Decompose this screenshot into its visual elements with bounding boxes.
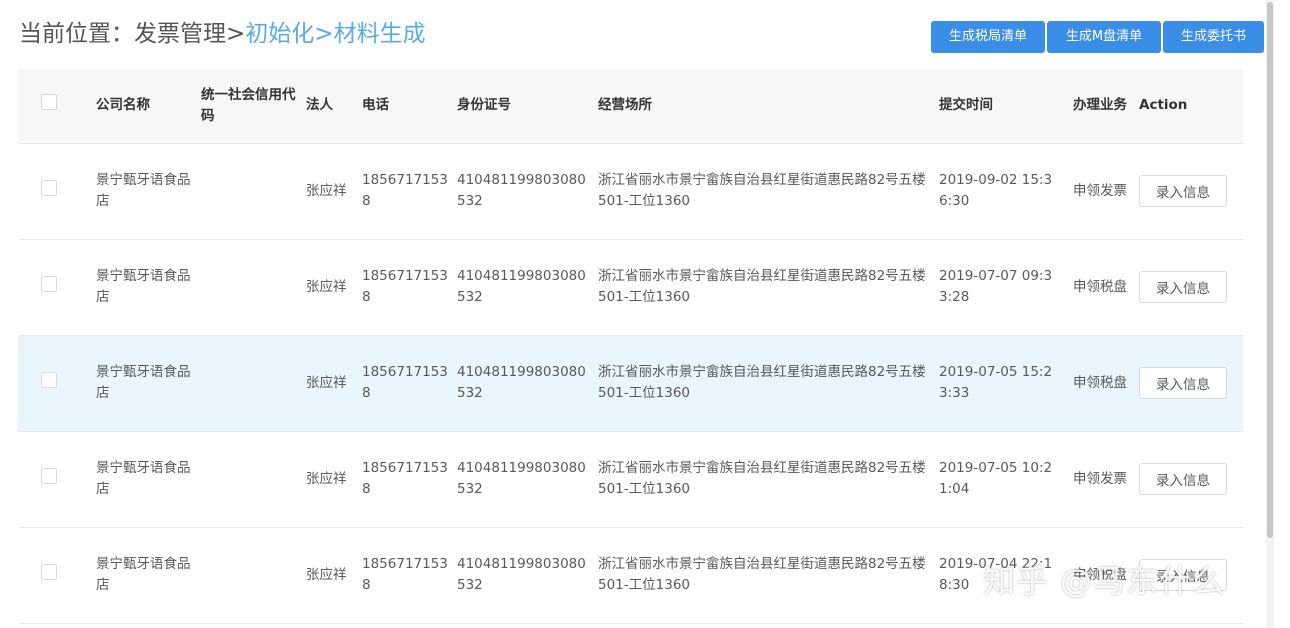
- table-row: 景宁甄牙语食品店 张应祥 18567171538 410481199803080…: [18, 431, 1243, 528]
- breadcrumb-prefix: 当前位置：: [19, 21, 134, 47]
- cell-phone: 18567171538: [362, 527, 457, 624]
- cell-company: 景宁甄牙语食品店: [96, 143, 201, 240]
- action-toolbar: 生成税局清单 生成M盘清单 生成委托书: [931, 21, 1264, 53]
- column-header-address: 经营场所: [598, 69, 939, 144]
- cell-business: 申领发票: [1073, 431, 1139, 528]
- row-checkbox[interactable]: [41, 371, 57, 388]
- generate-entrust-letter-button[interactable]: 生成委托书: [1163, 21, 1264, 53]
- cell-business: 申领发票: [1073, 143, 1139, 240]
- cell-submit-time: 2019-07-05 10:21:04: [939, 431, 1073, 528]
- enter-info-button[interactable]: 录入信息: [1139, 463, 1227, 495]
- generate-m-list-button[interactable]: 生成M盘清单: [1047, 21, 1161, 53]
- enter-info-button[interactable]: 录入信息: [1139, 367, 1227, 399]
- cell-submit-time: 2019-07-07 09:33:28: [939, 239, 1073, 336]
- column-header-business: 办理业务: [1073, 69, 1139, 144]
- cell-submit-time: 2019-09-02 15:36:30: [939, 143, 1073, 240]
- cell-phone: 18567171538: [362, 239, 457, 336]
- cell-company: 景宁甄牙语食品店: [96, 431, 201, 528]
- cell-phone: 18567171538: [362, 431, 457, 528]
- cell-id-number: 410481199803080532: [457, 239, 598, 336]
- cell-credit-code: [201, 431, 306, 528]
- cell-address: 浙江省丽水市景宁畲族自治县红星街道惠民路82号五楼501-工位1360: [598, 431, 939, 528]
- row-checkbox[interactable]: [41, 275, 57, 292]
- breadcrumb-child-link[interactable]: 初始化: [245, 21, 314, 47]
- cell-credit-code: [201, 143, 306, 240]
- vertical-scrollbar-thumb[interactable]: [1267, 2, 1273, 538]
- cell-company: 景宁甄牙语食品店: [96, 239, 201, 336]
- enter-info-button[interactable]: 录入信息: [1139, 271, 1227, 303]
- cell-address: 浙江省丽水市景宁畲族自治县红星街道惠民路82号五楼501-工位1360: [598, 143, 939, 240]
- table-header-row: 公司名称 统一社会信用代码 法人 电话 身份证号 经营场所 提交时间 办理业务 …: [18, 69, 1243, 144]
- cell-address: 浙江省丽水市景宁畲族自治县红星街道惠民路82号五楼501-工位1360: [598, 239, 939, 336]
- breadcrumb-separator: >: [226, 21, 246, 47]
- breadcrumb-separator: >: [314, 21, 334, 47]
- cell-credit-code: [201, 335, 306, 432]
- cell-id-number: 410481199803080532: [457, 431, 598, 528]
- cell-credit-code: [201, 239, 306, 336]
- cell-legal-rep: 张应祥: [306, 239, 362, 336]
- breadcrumb-current: 材料生成: [333, 21, 426, 47]
- column-header-action: Action: [1139, 69, 1243, 144]
- row-checkbox[interactable]: [41, 179, 57, 196]
- cell-address: 浙江省丽水市景宁畲族自治县红星街道惠民路82号五楼501-工位1360: [598, 527, 939, 624]
- column-header-submit-time: 提交时间: [939, 69, 1073, 144]
- column-header-credit-code: 统一社会信用代码: [201, 69, 306, 144]
- breadcrumb: 当前位置：发票管理>初始化>材料生成: [19, 18, 426, 50]
- cell-business: 申领税盘: [1073, 239, 1139, 336]
- cell-company: 景宁甄牙语食品店: [96, 335, 201, 432]
- column-header-company: 公司名称: [96, 69, 201, 144]
- column-header-legal-rep: 法人: [306, 69, 362, 144]
- row-checkbox[interactable]: [41, 563, 57, 580]
- cell-legal-rep: 张应祥: [306, 143, 362, 240]
- column-header-phone: 电话: [362, 69, 457, 144]
- breadcrumb-parent: 发票管理: [134, 21, 226, 47]
- cell-phone: 18567171538: [362, 335, 457, 432]
- row-checkbox[interactable]: [41, 467, 57, 484]
- cell-id-number: 410481199803080532: [457, 335, 598, 432]
- enter-info-button[interactable]: 录入信息: [1139, 175, 1227, 207]
- select-all-checkbox[interactable]: [41, 94, 57, 111]
- cell-credit-code: [201, 527, 306, 624]
- cell-submit-time: 2019-07-05 15:23:33: [939, 335, 1073, 432]
- cell-company: 景宁甄牙语食品店: [96, 527, 201, 624]
- cell-id-number: 410481199803080532: [457, 527, 598, 624]
- table-row: 景宁甄牙语食品店 张应祥 18567171538 410481199803080…: [18, 239, 1243, 336]
- cell-address: 浙江省丽水市景宁畲族自治县红星街道惠民路82号五楼501-工位1360: [598, 335, 939, 432]
- cell-legal-rep: 张应祥: [306, 527, 362, 624]
- company-table: 公司名称 统一社会信用代码 法人 电话 身份证号 经营场所 提交时间 办理业务 …: [18, 69, 1243, 624]
- table-row: 景宁甄牙语食品店 张应祥 18567171538 410481199803080…: [18, 143, 1243, 240]
- cell-business: 申领税盘: [1073, 335, 1139, 432]
- cell-legal-rep: 张应祥: [306, 335, 362, 432]
- watermark-text: 知乎 @马东什么: [983, 562, 1226, 600]
- cell-id-number: 410481199803080532: [457, 143, 598, 240]
- generate-tax-list-button[interactable]: 生成税局清单: [931, 21, 1045, 53]
- cell-phone: 18567171538: [362, 143, 457, 240]
- cell-legal-rep: 张应祥: [306, 431, 362, 528]
- column-header-id-number: 身份证号: [457, 69, 598, 144]
- table-row: 景宁甄牙语食品店 张应祥 18567171538 410481199803080…: [18, 335, 1243, 432]
